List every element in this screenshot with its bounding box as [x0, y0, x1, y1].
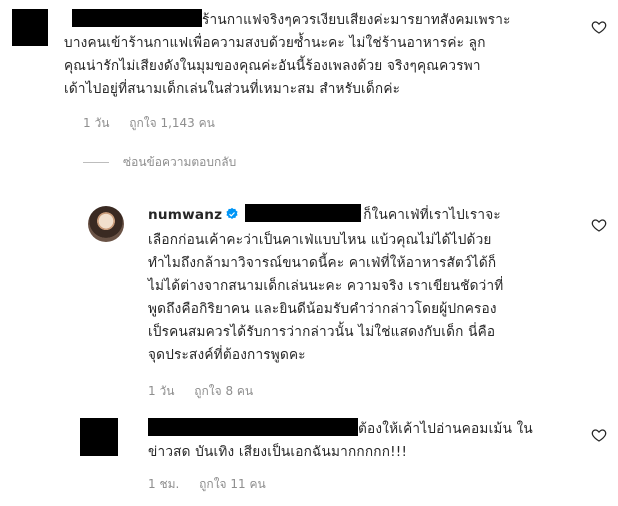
comment-line: ทำไมถึงกล้ามาวิจารณ์ขนาดนี้คะ คาเฟ่ที่ให… [148, 255, 497, 271]
hide-replies-toggle[interactable]: ซ่อนข้อความตอบกลับ [83, 153, 236, 172]
comment-line: เลือกก่อนเค้าคะว่าเป็นคาเฟ่แบบไหน แบ้วคุ… [148, 232, 492, 248]
avatar[interactable] [88, 206, 124, 242]
comment-meta: 1 ชม. ถูกใจ 11 คน [148, 475, 282, 494]
username[interactable]: numwanz [148, 207, 222, 223]
hide-replies-label: ซ่อนข้อความตอบกลับ [123, 155, 237, 169]
heart-outline-icon[interactable] [591, 19, 607, 35]
comment-line: เป็รคนสมควรได้รับการว่ากล่าวนั้น ไม่ใช่แ… [148, 324, 496, 340]
comment-meta: 1 วัน ถูกใจ 1,143 คน [83, 114, 231, 133]
username-redacted[interactable] [72, 9, 202, 27]
comment-time[interactable]: 1 วัน [148, 384, 174, 398]
comment-line: ไม่ได้ต่างจากสนามเด็กเล่นนะคะ ความจริง เ… [148, 278, 504, 294]
comment-line: จุดประสงค์ที่ต้องการพูดคะ [148, 347, 306, 363]
comment-likes[interactable]: ถูกใจ 11 คน [199, 477, 266, 491]
heart-outline-icon[interactable] [591, 217, 607, 233]
comment-1: ร้านกาแฟจริงๆควรเงียบเสียงค่ะมารยาทสังคม… [64, 9, 584, 101]
avatar-redacted[interactable] [80, 418, 118, 456]
divider [83, 162, 109, 163]
avatar-redacted[interactable] [12, 9, 48, 46]
comment-time[interactable]: 1 ชม. [148, 477, 179, 491]
comment-line: บางคนเข้าร้านกาแฟเพื่อความสงบด้วยซ้ำนะคะ… [64, 35, 486, 51]
verified-badge-icon [225, 206, 239, 229]
mention-redacted[interactable] [245, 204, 362, 222]
username-redacted[interactable] [148, 418, 358, 436]
comment-line: พูดถึงคือกิริยาคน และยินดีน้อมรับคำว่ากล… [148, 301, 497, 317]
comment-line: numwanz ก็ในคาเฟ่ที่เราไปเราจะ [148, 204, 588, 229]
comment-line: ต้องให้เค้าไปอ่านคอมเม้น ใน [148, 418, 588, 441]
comment-line: ร้านกาแฟจริงๆควรเงียบเสียงค่ะมารยาทสังคม… [64, 9, 584, 32]
comment-line: ข่าวสด บันเทิง เสียงเป็นเอกฉันมากกกกก!!! [148, 444, 408, 460]
comment-meta: 1 วัน ถูกใจ 8 คน [148, 382, 269, 401]
comment-3: ต้องให้เค้าไปอ่านคอมเม้น ใน ข่าวสด บันเท… [148, 418, 588, 464]
heart-outline-icon[interactable] [591, 427, 607, 443]
comment-likes[interactable]: ถูกใจ 1,143 คน [129, 116, 215, 130]
comment-time[interactable]: 1 วัน [83, 116, 109, 130]
comment-line: เด้าไปอยู่ที่สนามเด็กเล่นในส่วนที่เหมาะส… [64, 81, 401, 97]
comment-2: numwanz ก็ในคาเฟ่ที่เราไปเราจะ เลือกก่อนเ… [148, 204, 588, 367]
comment-likes[interactable]: ถูกใจ 8 คน [194, 384, 253, 398]
comment-line: คุณน่ารักไม่เสียงดังในมุมของคุณค่ะอันนี้… [64, 58, 481, 74]
